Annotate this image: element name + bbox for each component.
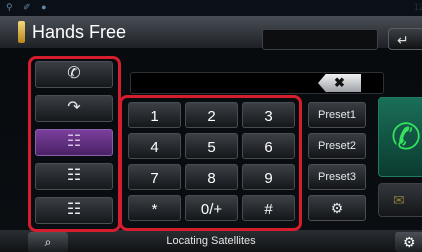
preset-2-button[interactable]: Preset2	[308, 133, 366, 159]
gps-status-text: Locating Satellites	[166, 235, 256, 247]
status-icons: ⚲ ✐ ●	[6, 2, 51, 12]
status-time: 12	[413, 2, 422, 12]
page-title: Hands Free	[32, 22, 127, 42]
preset-1-button[interactable]: Preset1	[308, 102, 366, 128]
title-bar: Hands Free ↵	[0, 16, 422, 50]
gear-icon: ⚙	[403, 234, 416, 250]
hands-free-screen: ⚲ ✐ ● 12 Hands Free ↵ ✆ ↷ ☷ ☷ ☷ ✖ 1 2 3 …	[0, 0, 422, 252]
clear-button[interactable]: ✖	[318, 74, 361, 92]
sms-button[interactable]: ✉	[378, 183, 422, 217]
back-button[interactable]: ↵	[388, 28, 422, 50]
preset-3-button[interactable]: Preset3	[308, 164, 366, 190]
phone-icon	[18, 21, 25, 43]
sms-icon: ✉	[393, 192, 405, 208]
bottom-bar: ⌕ Locating Satellites ⚙	[0, 230, 422, 252]
call-button[interactable]: ✆	[378, 97, 422, 177]
sidebar-callout-frame	[28, 56, 121, 232]
keypad-callout-frame	[119, 95, 302, 231]
call-icon: ✆	[391, 116, 422, 157]
device-name-field	[262, 29, 378, 50]
settings-icon: ⚙	[330, 200, 344, 216]
status-bar: ⚲ ✐ ● 12	[0, 0, 422, 16]
preset-settings-button[interactable]: ⚙	[308, 195, 366, 221]
settings-button[interactable]: ⚙	[395, 232, 422, 252]
